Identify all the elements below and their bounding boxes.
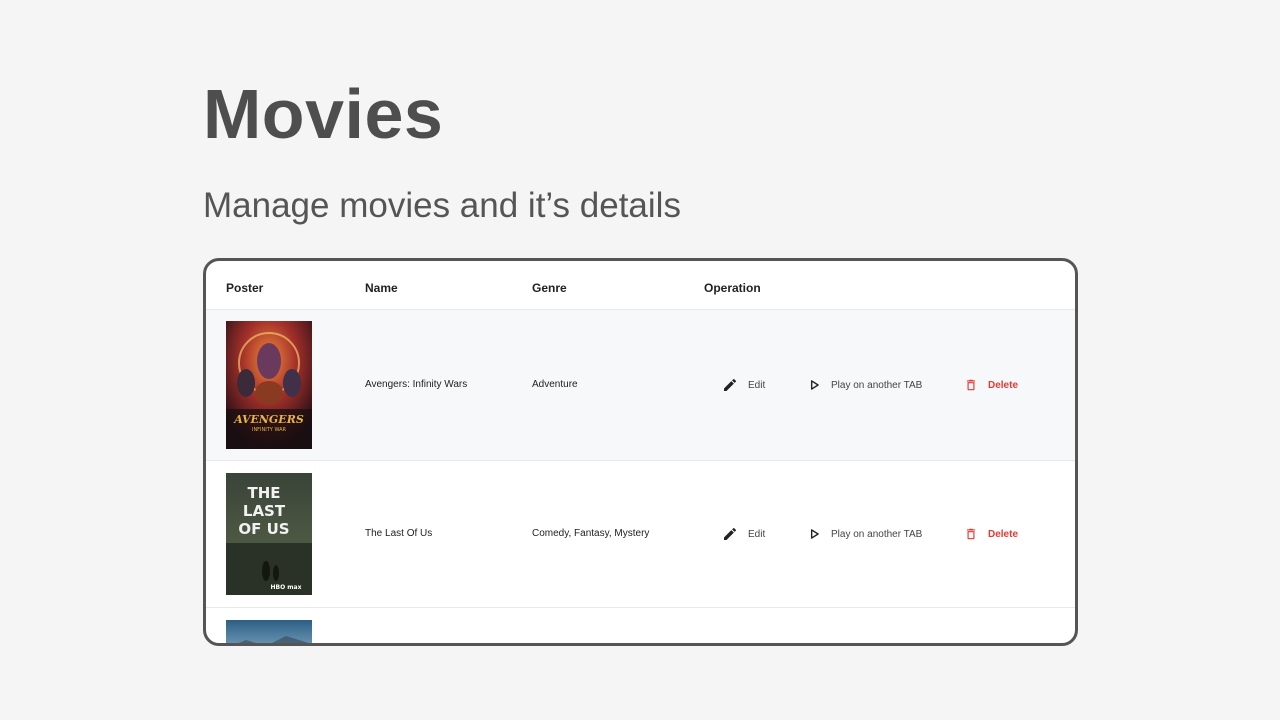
play-on-another-tab-button[interactable]: Play on another TAB [807,377,922,393]
svg-text:LAST: LAST [243,502,286,520]
play-label: Play on another TAB [831,379,923,391]
play-icon [810,529,819,539]
column-header-name: Name [365,281,398,295]
edit-label: Edit [748,379,766,391]
poster-title: AVENGERS [233,413,304,426]
table-row [206,608,1075,643]
movie-genre: Comedy, Fantasy, Mystery [532,528,650,539]
edit-button[interactable]: Edit [722,526,765,542]
table-row: AVENGERS INFINITY WAR Avengers: Infinity… [206,310,1075,461]
trash-icon [966,379,976,391]
poster-subtitle: INFINITY WAR [252,427,287,433]
movies-table: Poster Name Genre Operation AVENGERS INF… [203,258,1078,646]
delete-label: Delete [988,528,1019,540]
delete-label: Delete [988,379,1019,391]
movie-poster [226,620,312,643]
column-header-poster: Poster [226,281,264,295]
play-label: Play on another TAB [831,528,923,540]
table-header: Poster Name Genre Operation [206,261,1075,310]
column-header-operation: Operation [704,281,761,295]
play-on-another-tab-button[interactable]: Play on another TAB [807,526,922,542]
movie-poster: THE LAST OF US HBO max [226,473,312,595]
page-subtitle: Manage movies and it’s details [203,186,681,225]
edit-button[interactable]: Edit [722,377,765,393]
page-title: Movies [203,75,444,153]
movie-poster: AVENGERS INFINITY WAR [226,321,312,449]
svg-text:THE: THE [247,484,280,502]
poster-brand: HBO max [271,584,302,591]
movie-name: Avengers: Infinity Wars [365,379,468,390]
delete-button[interactable]: Delete [964,526,1018,542]
trash-icon [966,528,976,540]
svg-text:OF US: OF US [238,520,289,538]
column-header-genre: Genre [532,281,567,295]
delete-button[interactable]: Delete [964,377,1018,393]
movie-name: The Last Of Us [365,528,433,539]
pencil-icon [724,378,737,391]
edit-label: Edit [748,528,766,540]
movie-genre: Adventure [532,379,578,390]
pencil-icon [724,527,737,540]
table-row: THE LAST OF US HBO max The Last Of Us Co… [206,461,1075,608]
play-icon [810,380,819,390]
